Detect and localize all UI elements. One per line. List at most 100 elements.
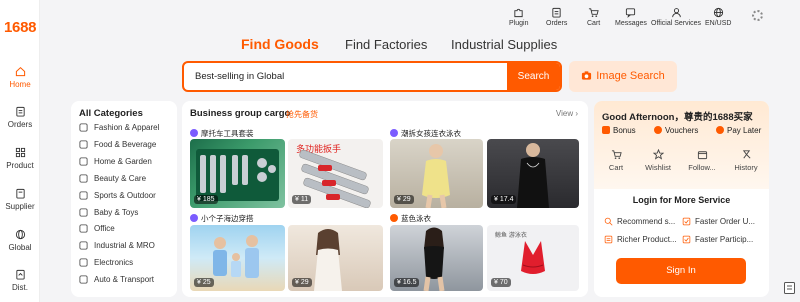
category-label: Auto & Transport (94, 275, 155, 285)
topbar-messages[interactable]: Messages (615, 7, 647, 27)
feature-label: Faster Particip... (695, 235, 754, 244)
business-group-card: Business group cargo 抢先备货 View › 摩托车工具套装… (182, 101, 588, 297)
category-item[interactable]: Sports & Outdoor (79, 191, 156, 200)
group-icon (390, 129, 398, 137)
product-tile[interactable]: ¥ 29 (390, 139, 483, 208)
view-link[interactable]: View › (556, 109, 578, 118)
category-item[interactable]: Auto & Transport (79, 275, 154, 284)
tab-industrial-supplies[interactable]: Industrial Supplies (451, 37, 557, 52)
beauty-icon (79, 174, 88, 183)
price-tag: ¥ 17.4 (491, 195, 517, 204)
order-icon (682, 217, 691, 226)
price-tag: ¥ 29 (394, 195, 414, 204)
topbar-orders[interactable]: Orders (546, 7, 567, 27)
rail-item-global[interactable]: Global (0, 229, 40, 252)
topbar-label: Orders (546, 20, 568, 27)
feature-item: Faster Order U... (682, 217, 755, 226)
group-title[interactable]: 小个子海边穿搭 (190, 213, 254, 224)
category-item[interactable]: Home & Garden (79, 157, 152, 166)
group-title[interactable]: 蓝色泳衣 (390, 213, 431, 224)
categories-title: All Categories (79, 108, 143, 119)
quick-history[interactable]: History (728, 149, 764, 172)
cart-icon (611, 150, 622, 159)
image-search-label: Image Search (596, 70, 665, 82)
feedback-icon[interactable] (784, 282, 795, 294)
camera-icon (582, 71, 592, 80)
rail-label: Home (9, 80, 31, 89)
feature-label: Richer Product... (617, 235, 677, 244)
tab-find-goods[interactable]: Find Goods (241, 36, 319, 52)
quick-cart[interactable]: Cart (598, 149, 634, 172)
category-label: Electronics (94, 258, 134, 268)
product-tile[interactable]: 鲸鱼 游泳衣 ¥ 70 (487, 225, 579, 291)
history-icon (742, 150, 750, 159)
home-icon (15, 66, 25, 77)
price-tag: ¥ 70 (491, 278, 511, 287)
topbar-plugin[interactable]: Plugin (509, 7, 528, 27)
grid-icon (15, 147, 25, 158)
category-item[interactable]: Office (79, 224, 115, 233)
rail-item-product[interactable]: Product (0, 147, 40, 170)
perk-vouchers[interactable]: Vouchers (654, 126, 698, 135)
rail-item-orders[interactable]: Orders (0, 106, 40, 129)
voucher-icon (654, 126, 662, 134)
auto-icon (79, 275, 88, 284)
product-tile[interactable]: 多功能扳手 ¥ 11 (288, 139, 383, 208)
quick-wishlist[interactable]: Wishlist (640, 149, 676, 172)
perk-pay-later[interactable]: Pay Later (716, 126, 761, 135)
topbar-label: Messages (615, 20, 647, 27)
category-item[interactable]: Fashion & Apparel (79, 123, 159, 132)
sign-in-button[interactable]: Sign In (616, 258, 746, 284)
feature-label: Recommend s... (617, 217, 676, 226)
category-item[interactable]: Industrial & MRO (79, 241, 155, 250)
rail-item-supplier[interactable]: Supplier (0, 188, 40, 211)
tab-find-factories[interactable]: Find Factories (345, 37, 427, 52)
topbar-official-services[interactable]: Official Services (651, 7, 701, 27)
product-tile[interactable]: ¥ 17.4 (487, 139, 579, 208)
category-label: Food & Beverage (94, 139, 157, 149)
greeting: Good Afternoon，尊贵的1688买家 (602, 112, 753, 123)
store-icon (697, 151, 707, 160)
message-icon (626, 8, 636, 18)
topbar-label: Plugin (509, 20, 529, 27)
group-title[interactable]: 潮拆女孩连衣泳衣 (390, 128, 461, 139)
image-search-button[interactable]: Image Search (569, 61, 677, 92)
category-label: Industrial & MRO (94, 241, 155, 251)
category-label: Beauty & Care (94, 173, 147, 183)
category-item[interactable]: Beauty & Care (79, 174, 146, 183)
rail-item-dist[interactable]: Dist. (0, 269, 40, 292)
product-icon (604, 235, 613, 244)
group-title[interactable]: 摩托车工具套装 (190, 128, 254, 139)
quick-label: History (734, 163, 758, 172)
rail-label: Dist. (12, 283, 28, 292)
clipboard-icon (15, 106, 25, 117)
category-item[interactable]: Electronics (79, 258, 133, 267)
pay-later-icon (716, 126, 724, 134)
topbar-label: Cart (587, 20, 601, 27)
logo[interactable]: 1688 (4, 19, 36, 36)
office-icon (79, 224, 88, 233)
category-item[interactable]: Food & Beverage (79, 140, 156, 149)
baby-icon (79, 207, 88, 217)
product-tile[interactable]: ¥ 16.5 (390, 225, 483, 291)
group-icon (190, 214, 198, 222)
search-icon (604, 217, 613, 226)
svg-text:鲸鱼 游泳衣: 鲸鱼 游泳衣 (495, 231, 527, 239)
rail-item-home[interactable]: Home (0, 66, 40, 89)
puzzle-icon (514, 8, 523, 18)
topbar-cart[interactable]: Cart (587, 7, 600, 27)
product-tile[interactable]: ¥ 29 (288, 225, 383, 291)
globe-icon (713, 7, 723, 18)
group-icon (390, 214, 398, 222)
shirt-icon (79, 123, 88, 132)
search-input[interactable] (184, 63, 509, 90)
perk-bonus[interactable]: Bonus (602, 126, 636, 135)
group-title-text: 潮拆女孩连衣泳衣 (401, 129, 461, 138)
sports-icon (79, 191, 88, 200)
topbar-language[interactable]: EN/USD (705, 7, 731, 27)
category-item[interactable]: Baby & Toys (79, 208, 138, 217)
search-button[interactable]: Search (507, 63, 560, 90)
product-tile[interactable]: ¥ 25 (190, 225, 285, 291)
product-tile[interactable]: ¥ 185 (190, 139, 285, 208)
quick-follow[interactable]: Follow... (684, 149, 720, 172)
